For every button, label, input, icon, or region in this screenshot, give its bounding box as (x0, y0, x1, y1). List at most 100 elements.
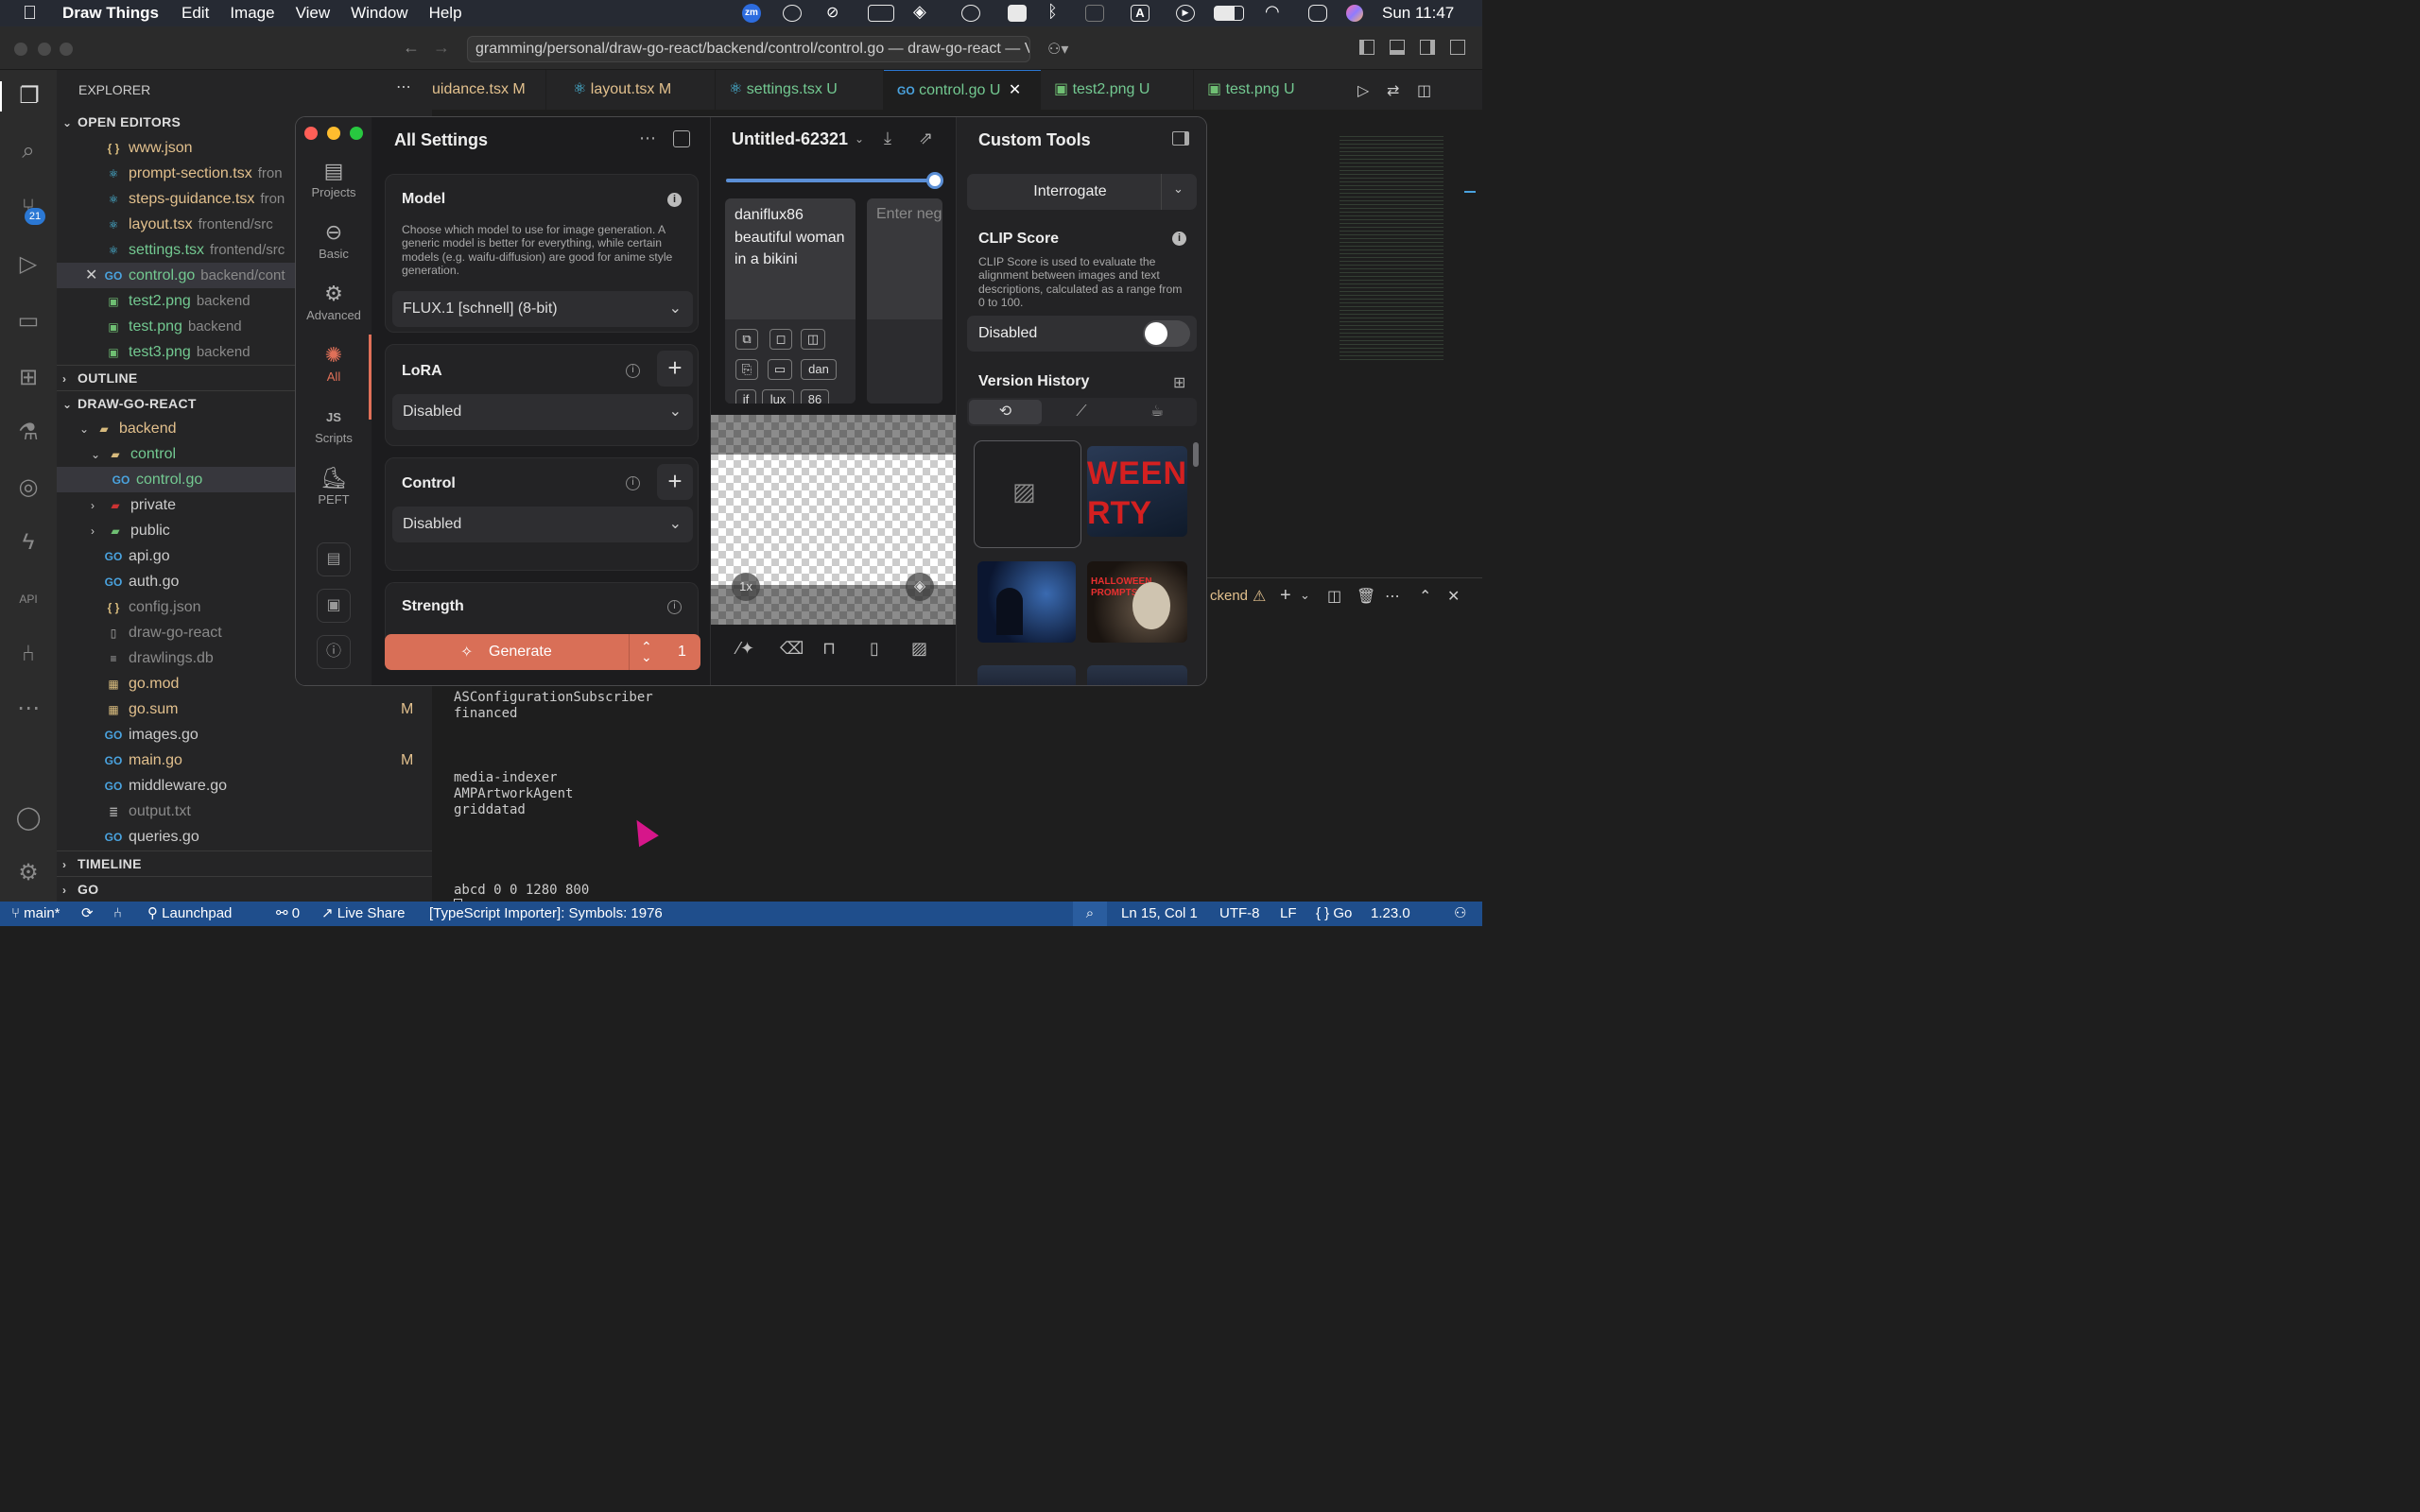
server-icon[interactable]: ▤ (317, 542, 351, 576)
generate-count[interactable]: 1 (678, 644, 686, 661)
tree-file[interactable]: ▦ go.sum M (57, 696, 432, 722)
image-export-icon[interactable]: ▨ (911, 639, 927, 659)
rail-peft[interactable]: ⛸ PEFT (296, 466, 372, 507)
share-icon[interactable]: ⇗ (919, 129, 933, 148)
prompt-text[interactable]: daniflux86 beautiful woman in a bikini (735, 204, 846, 271)
tree-file[interactable]: GO queries.go (57, 824, 432, 850)
tree-file[interactable]: GO middleware.go (57, 773, 432, 799)
mic-off-icon[interactable]: ⊘ (826, 5, 845, 22)
vscode-close-button[interactable] (14, 43, 27, 56)
terminal-output[interactable]: ASConfigurationSubscriber financed media-i… (454, 690, 653, 913)
terminal-tab-label[interactable]: ckend (1210, 588, 1248, 604)
run-debug-icon[interactable]: ▷ (13, 249, 43, 280)
menu-help[interactable]: Help (429, 4, 462, 23)
branch-status[interactable]: ⑂ main* (11, 902, 60, 926)
split-editor-icon[interactable]: ◫ (1417, 81, 1431, 100)
dt-minimize-button[interactable] (327, 127, 340, 140)
tab-guidance[interactable]: uidance.tsx M (419, 70, 546, 110)
close-icon[interactable]: ✕ (1009, 82, 1021, 98)
run-icon[interactable]: ▷ (1357, 81, 1369, 100)
explorer-icon[interactable]: ❐ (0, 81, 57, 112)
history-thumb-party[interactable]: WEEN RTY (1087, 446, 1187, 537)
git-graph-status-icon[interactable]: ⑃ (113, 902, 122, 926)
tree-file[interactable]: GO images.go (57, 722, 432, 747)
model-select[interactable]: FLUX.1 [schnell] (8-bit) ⌄ (392, 291, 693, 327)
accounts-icon[interactable]: ◯ (13, 803, 43, 833)
more-icon[interactable]: ⋯ (13, 694, 43, 724)
close-panel-icon[interactable]: ✕ (1447, 587, 1460, 606)
history-scrollbar[interactable] (1193, 442, 1199, 467)
split-terminal-icon[interactable]: ◫ (1327, 587, 1341, 606)
copilot-status-icon[interactable]: ⚇ (1454, 902, 1466, 926)
manage-gear-icon[interactable]: ⚙ (13, 858, 43, 888)
menu-edit[interactable]: Edit (182, 4, 209, 23)
toggle-secondary-sidebar-icon[interactable] (1420, 40, 1435, 55)
chevron-down-icon[interactable]: ⌄ (1300, 588, 1310, 603)
control-center-icon[interactable] (1308, 5, 1327, 22)
play-icon[interactable]: ▶ (1176, 5, 1195, 22)
chevron-down-icon[interactable]: ⌄ (1173, 181, 1184, 197)
progress-slider[interactable] (726, 179, 938, 182)
vscode-zoom-button[interactable] (60, 43, 73, 56)
more-icon[interactable]: ⋯ (639, 129, 656, 148)
git-graph-icon[interactable]: ⑃ (13, 639, 43, 669)
save-icon[interactable] (673, 130, 690, 147)
branch-icon[interactable]: ⟋ (1045, 400, 1118, 424)
select-icon[interactable]: ◻ (769, 329, 792, 350)
forward-arrow-icon[interactable]: → (433, 38, 450, 58)
extensions-icon[interactable]: ⊞ (13, 363, 43, 393)
token-chip[interactable]: if (735, 389, 756, 404)
attach-icon[interactable]: ⎘ (735, 359, 758, 380)
history-current-slot[interactable]: ▨ (974, 440, 1081, 548)
explorer-more-icon[interactable]: ⋯ (396, 77, 411, 96)
control-select[interactable]: Disabled ⌄ (392, 507, 693, 542)
tab-settings[interactable]: ⚛ settings.tsx U (716, 70, 884, 110)
zoom-status-icon[interactable]: zm (742, 4, 761, 23)
battery-icon[interactable] (1214, 6, 1244, 21)
info-icon[interactable]: i (667, 193, 682, 207)
status-icon-2[interactable] (961, 5, 980, 22)
status-icon-3[interactable] (1008, 5, 1027, 22)
token-chip[interactable]: 86 (801, 389, 829, 404)
ports-status[interactable]: ⚯ 0 (276, 902, 300, 926)
menubar-clock[interactable]: Sun 11:47 (1382, 4, 1454, 23)
tab-control-go[interactable]: GO control.go U ✕ (884, 70, 1041, 110)
generate-button[interactable]: ✧ Generate ⌃ ⌄ 1 (385, 634, 700, 670)
menu-view[interactable]: View (296, 4, 331, 23)
eraser-icon[interactable]: ⌫ (780, 639, 804, 659)
compare-icon[interactable]: ⇄ (1387, 81, 1399, 100)
terminal-icon[interactable]: ▭ (768, 359, 792, 380)
sync-icon[interactable]: ⟳ (81, 902, 94, 926)
info-icon[interactable]: i (626, 476, 640, 490)
siri-icon[interactable] (1346, 5, 1363, 22)
close-icon[interactable]: ✕ (85, 263, 97, 288)
encoding-status[interactable]: UTF-8 (1219, 902, 1260, 926)
eol-status[interactable]: LF (1280, 902, 1297, 926)
menu-window[interactable]: Window (351, 4, 407, 23)
timeline-header[interactable]: › TIMELINE (57, 850, 432, 876)
window-icon[interactable] (868, 5, 894, 22)
maximize-panel-icon[interactable]: ⌃ (1419, 587, 1431, 606)
history-thumb-halloween[interactable]: HALLOWEEN PROMPTS (1087, 561, 1187, 643)
tab-test2-png[interactable]: ▣ test2.png U (1041, 70, 1194, 110)
dt-zoom-button[interactable] (350, 127, 363, 140)
api-icon[interactable]: API (13, 584, 43, 614)
chip-icon[interactable]: ▣ (317, 589, 351, 623)
rail-scripts[interactable]: JS Scripts (296, 404, 372, 445)
info-icon[interactable]: i (667, 600, 682, 614)
go-header[interactable]: › GO (57, 876, 432, 902)
stepper-icon[interactable]: ⌃ ⌄ (641, 640, 652, 663)
live-share-status[interactable]: ↗ Live Share (321, 902, 405, 926)
lora-select[interactable]: Disabled ⌄ (392, 394, 693, 430)
rail-advanced[interactable]: ⚙ Advanced (296, 282, 372, 322)
thunder-client-icon[interactable]: ϟ (13, 527, 43, 558)
cup-icon[interactable]: ☕ (1120, 400, 1194, 424)
tab-test-png[interactable]: ▣ test.png U (1194, 70, 1336, 110)
chevron-down-icon[interactable]: ⌄ (855, 132, 864, 146)
info-icon[interactable]: i (1172, 232, 1186, 246)
cursor-position[interactable]: Ln 15, Col 1 (1121, 902, 1198, 926)
input-source-icon[interactable]: A (1131, 5, 1150, 22)
history-thumb[interactable] (977, 665, 1076, 685)
image-canvas[interactable]: 1x ◈ (711, 415, 957, 625)
testing-icon[interactable]: ⚗ (13, 418, 43, 448)
